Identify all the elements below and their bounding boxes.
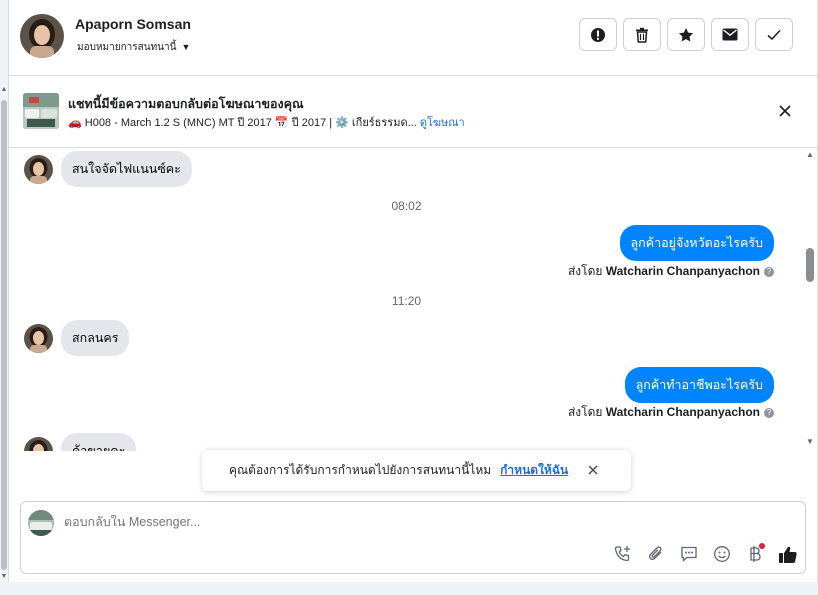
question-icon[interactable]: ? <box>764 267 774 277</box>
message-scrollbar[interactable]: ▲ ▼ <box>804 150 817 450</box>
assign-dropdown[interactable]: มอบหมายการสนทนานี้ ▼ <box>77 40 190 55</box>
scroll-thumb[interactable] <box>806 248 814 282</box>
scroll-down-icon[interactable]: ▼ <box>806 437 814 446</box>
star-icon <box>679 27 693 41</box>
sent-by-label: ส่งโดย Watcharin Chanpanyachon? <box>568 262 774 281</box>
dismiss-prompt-button[interactable] <box>586 463 600 477</box>
assign-label: มอบหมายการสนทนานี้ <box>77 42 177 53</box>
spam-icon <box>591 27 605 42</box>
attach-button[interactable] <box>646 544 666 564</box>
assign-prompt: คุณต้องการได้รับการกำหนดไปยังการสนทนานี้… <box>202 450 631 491</box>
page-avatar <box>28 510 54 536</box>
envelope-icon <box>722 28 738 41</box>
thumbs-up-icon <box>779 546 797 563</box>
view-ad-link[interactable]: ดูโฆษณา <box>420 117 465 129</box>
mark-unread-button[interactable] <box>711 18 749 51</box>
sent-by-prefix: ส่งโดย <box>567 264 603 278</box>
reply-composer <box>20 501 806 574</box>
emoji-button[interactable] <box>712 544 732 564</box>
emoji-icon <box>714 546 730 562</box>
message-bubble: ค้าขายคะ <box>61 433 137 451</box>
timestamp: 08:02 <box>391 199 422 213</box>
contact-avatar-small <box>24 323 53 353</box>
outgoing-message: ลูกค้าอยู่จังหวัดอะไรครับ <box>619 225 774 261</box>
ad-thumbnail[interactable] <box>23 93 59 129</box>
sent-by-label: ส่งโดย Watcharin Chanpanyachon? <box>568 403 774 422</box>
notification-dot <box>759 543 765 549</box>
trash-icon <box>636 27 648 43</box>
check-icon <box>767 29 781 40</box>
caret-down-icon: ▼ <box>181 42 191 52</box>
close-banner-button[interactable] <box>775 101 795 121</box>
message-bubble: สนใจจัดไฟแนนซ์คะ <box>61 151 192 187</box>
reply-input[interactable] <box>64 515 564 529</box>
left-scroll-down-icon[interactable]: ▼ <box>0 573 8 580</box>
close-icon <box>588 465 598 475</box>
bottom-strip <box>0 582 818 595</box>
chat-header: Apaporn Somsan มอบหมายการสนทนานี้ ▼ <box>9 0 817 76</box>
scroll-up-icon[interactable]: ▲ <box>806 150 814 159</box>
question-icon[interactable]: ? <box>764 408 774 418</box>
agent-name: Watcharin Chanpanyachon <box>605 405 760 419</box>
header-actions <box>579 18 793 51</box>
contact-name: Apaporn Somsan <box>75 16 191 32</box>
star-button[interactable] <box>667 18 705 51</box>
saved-reply-icon <box>681 546 697 562</box>
incoming-message: สกลนคร <box>24 320 130 356</box>
payment-button[interactable] <box>745 543 765 564</box>
paperclip-icon <box>648 546 662 561</box>
contact-avatar[interactable] <box>20 14 64 58</box>
conversation-window: ▲ ▼ Apaporn Somsan มอบหมายการสนทนานี้ ▼ <box>0 0 818 595</box>
outgoing-message: ลูกค้าทำอาชีพอะไรครับ <box>624 367 774 403</box>
message-list[interactable]: สนใจจัดไฟแนนซ์คะ 08:02 ลูกค้าอยู่จังหวัด… <box>9 148 804 451</box>
assign-to-me-link[interactable]: กำหนดให้ฉัน <box>500 461 568 480</box>
message-bubble: สกลนคร <box>61 320 130 356</box>
incoming-message: สนใจจัดไฟแนนซ์คะ <box>24 151 192 187</box>
ad-description: 🚗 H008 - March 1.2 S (MNC) MT ปี 2017 📅 … <box>68 117 417 129</box>
ad-banner-meta: 🚗 H008 - March 1.2 S (MNC) MT ปี 2017 📅 … <box>68 113 465 131</box>
left-scroll-up-icon[interactable]: ▲ <box>0 86 8 93</box>
contact-avatar-small <box>24 436 53 451</box>
assign-prompt-text: คุณต้องการได้รับการกำหนดไปยังการสนทนานี้… <box>229 463 492 477</box>
delete-button[interactable] <box>623 18 661 51</box>
contact-avatar-small <box>24 154 53 184</box>
ad-reply-banner: แชทนี้มีข้อความตอบกลับต่อโฆษณาของคุณ 🚗 H… <box>9 76 817 148</box>
incoming-message: ค้าขายคะ <box>24 433 137 451</box>
timestamp: 11:20 <box>391 294 422 308</box>
sent-by-prefix: ส่งโดย <box>567 405 603 419</box>
mark-spam-button[interactable] <box>579 18 617 51</box>
agent-name: Watcharin Chanpanyachon <box>605 264 760 278</box>
mark-done-button[interactable] <box>755 18 793 51</box>
call-add-button[interactable] <box>613 544 633 564</box>
saved-replies-button[interactable] <box>679 544 699 564</box>
ad-banner-title: แชทนี้มีข้อความตอบกลับต่อโฆษณาของคุณ <box>68 97 304 111</box>
left-scrollbar[interactable]: ▲ ▼ <box>0 0 9 595</box>
call-add-icon <box>614 546 630 562</box>
chat-panel: Apaporn Somsan มอบหมายการสนทนานี้ ▼ แชทน… <box>9 0 818 582</box>
like-button[interactable] <box>778 544 798 564</box>
close-icon <box>779 105 791 117</box>
composer-toolbar <box>613 543 798 564</box>
left-scroll-thumb[interactable] <box>1 100 7 570</box>
